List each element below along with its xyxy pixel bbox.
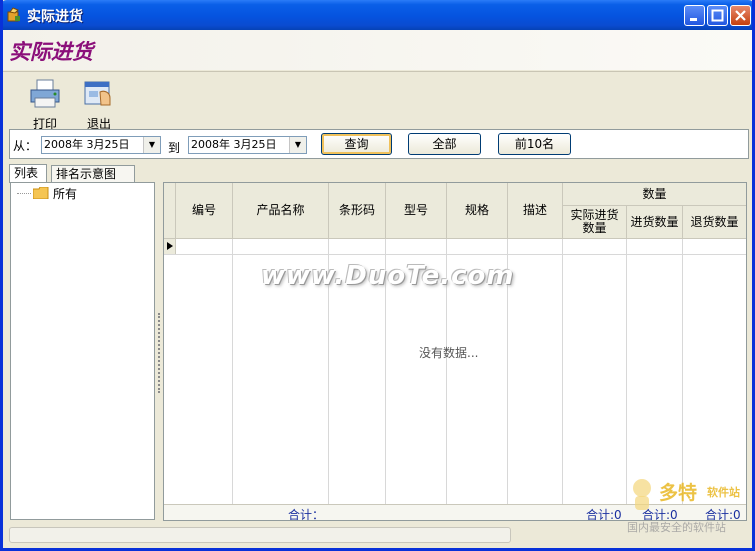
col-header-code[interactable]: 编号 — [176, 183, 233, 239]
window-title: 实际进货 — [27, 9, 83, 25]
grid-line — [232, 239, 233, 504]
splitter-grip — [158, 313, 162, 393]
col-header-model[interactable]: 型号 — [386, 183, 447, 239]
tab-list[interactable]: 列表 — [9, 164, 47, 183]
close-icon — [735, 10, 746, 21]
chevron-down-icon[interactable]: ▼ — [289, 137, 306, 153]
col-header-product-name[interactable]: 产品名称 — [233, 183, 329, 239]
query-button[interactable]: 查询 — [321, 133, 392, 155]
title-bar[interactable]: 实际进货 — [3, 0, 752, 30]
chevron-down-icon[interactable]: ▼ — [143, 137, 160, 153]
from-date-value: 2008年 3月25日 — [44, 138, 130, 151]
horizontal-scrollbar[interactable] — [9, 527, 511, 543]
current-row-indicator[interactable] — [164, 239, 176, 254]
app-icon — [7, 7, 20, 22]
exit-icon — [84, 81, 111, 106]
to-date-value: 2008年 3月25日 — [191, 138, 277, 151]
maximize-icon — [711, 9, 724, 22]
printer-icon — [30, 79, 60, 108]
folder-icon — [33, 187, 49, 199]
all-button[interactable]: 全部 — [408, 133, 481, 155]
tree-item-label: 所有 — [53, 187, 78, 201]
grid-corner — [164, 183, 176, 239]
empty-message: 没有数据... — [419, 346, 479, 360]
print-button[interactable]: 打印 — [20, 76, 70, 131]
category-tree: 所有 — [10, 182, 155, 520]
exit-button[interactable]: 退出 — [74, 76, 124, 131]
page-title: 实际进货 — [9, 39, 93, 64]
grid-line — [562, 239, 563, 504]
col-group-quantity: 数量 — [563, 183, 746, 206]
tab-ranking-chart[interactable]: 排名示意图 — [51, 165, 135, 182]
main-window: 实际进货 实际进货 打印 退出 从： 2008年 3月25日 ▼ 到 2008年… — [0, 0, 755, 551]
minimize-button[interactable] — [684, 5, 705, 26]
minimize-icon — [690, 18, 697, 21]
maximize-button[interactable] — [707, 5, 728, 26]
grid-line — [626, 239, 627, 504]
top10-button[interactable]: 前10名 — [498, 133, 571, 155]
col-header-return-qty[interactable]: 退货数量 — [683, 206, 746, 239]
logo-small-text: 软件站 — [707, 486, 740, 499]
logo-main-text: 多特 — [659, 482, 698, 504]
footer-actual-total: 合计:0 — [586, 508, 622, 521]
to-label: 到 — [168, 141, 181, 155]
toolbar: 打印 退出 — [3, 71, 752, 131]
from-date-picker[interactable]: 2008年 3月25日 ▼ — [41, 136, 161, 154]
watermark-text: www.DuoTe.com — [261, 261, 515, 291]
panel-splitter[interactable] — [156, 183, 162, 520]
grid-line — [164, 254, 746, 255]
data-grid: 编号 产品名称 条形码 型号 规格 描述 数量 实际进货数量 进货数量 退货数量… — [163, 182, 747, 521]
to-date-picker[interactable]: 2008年 3月25日 ▼ — [188, 136, 307, 154]
grid-line — [682, 239, 683, 504]
site-logo: 多特 软件站 国内最安全的软件站 — [627, 474, 752, 534]
tree-connector — [17, 193, 31, 194]
col-header-spec[interactable]: 规格 — [447, 183, 508, 239]
filter-bar: 从： 2008年 3月25日 ▼ 到 2008年 3月25日 ▼ 查询 全部 前… — [9, 129, 749, 159]
col-header-in-qty[interactable]: 进货数量 — [627, 206, 683, 239]
close-button[interactable] — [730, 5, 751, 26]
col-header-actual-qty[interactable]: 实际进货数量 — [563, 206, 627, 239]
col-header-barcode[interactable]: 条形码 — [329, 183, 386, 239]
mascot-icon — [633, 479, 651, 510]
from-label: 从： — [13, 139, 38, 153]
footer-total-label: 合计： — [288, 508, 325, 521]
col-header-description[interactable]: 描述 — [508, 183, 563, 239]
logo-subtitle: 国内最安全的软件站 — [627, 521, 726, 534]
header-banner: 实际进货 — [3, 30, 752, 70]
row-pointer-icon — [167, 242, 173, 250]
